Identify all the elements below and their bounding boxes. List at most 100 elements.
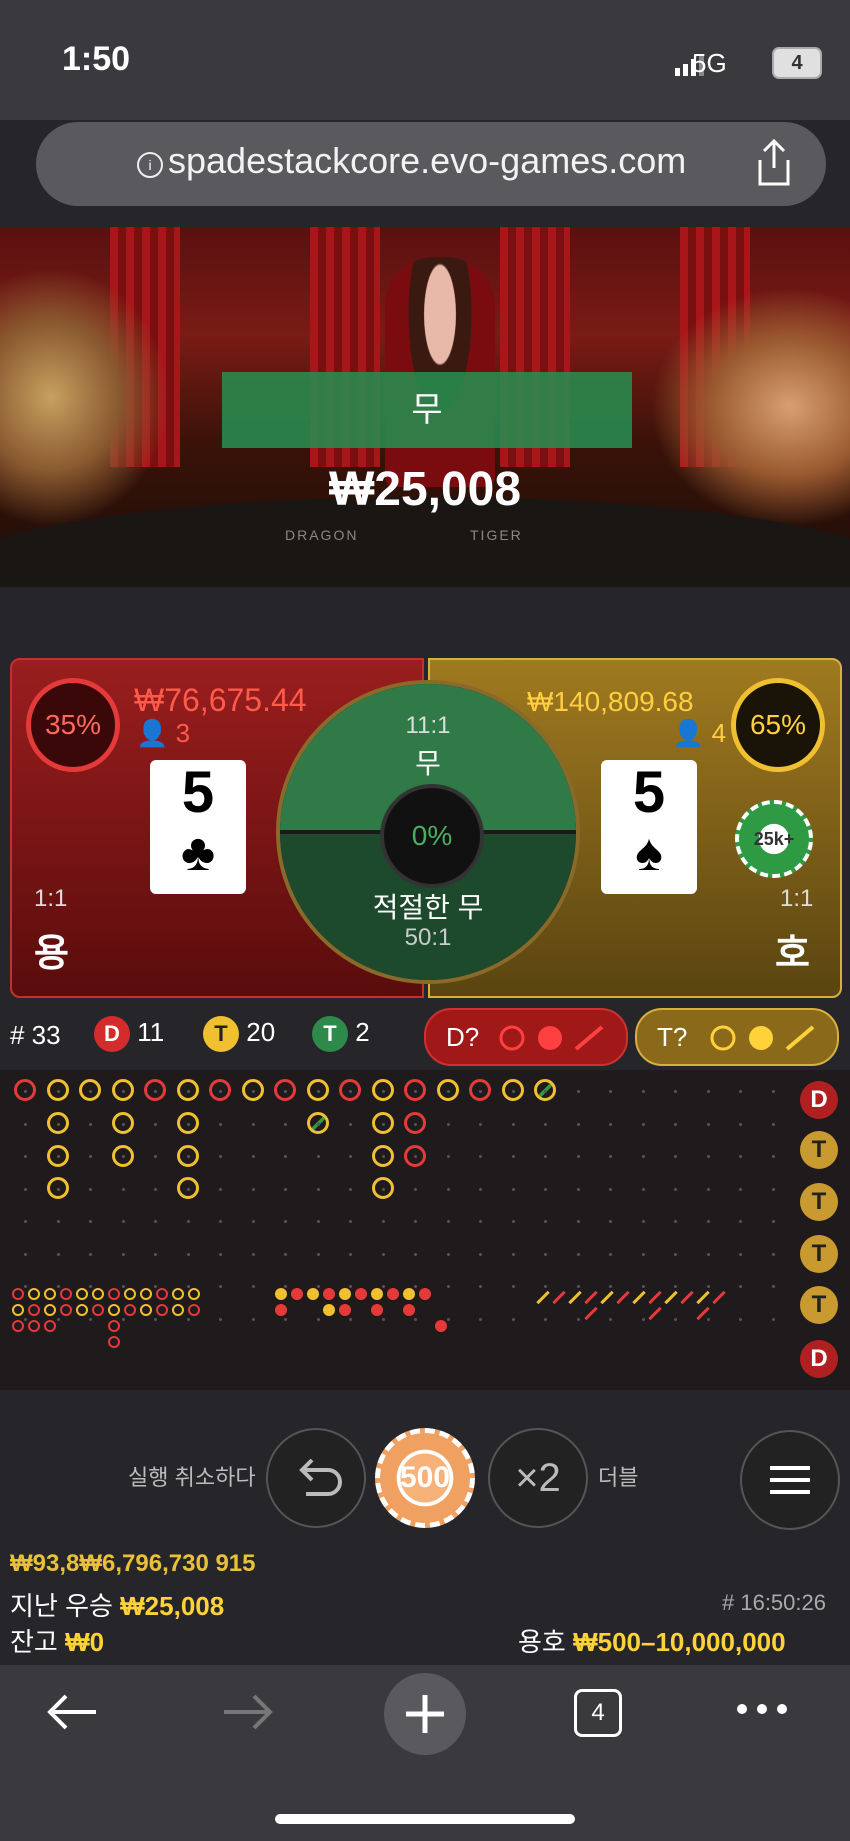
balance-label: 잔고 <box>10 1627 58 1657</box>
undo-button[interactable] <box>266 1428 366 1528</box>
road-grid-dot <box>24 1155 27 1158</box>
road-grid-dot <box>251 1285 255 1288</box>
road-grid-dot <box>121 1122 125 1126</box>
dragon-ask-icons <box>499 1025 604 1051</box>
tie-badge: T <box>312 1016 348 1052</box>
derived-road-mark <box>44 1304 56 1316</box>
road-grid-dot <box>89 1090 92 1093</box>
road-grid-dot <box>251 1155 255 1158</box>
road-grid-dot <box>511 1317 515 1321</box>
road-grid-dot <box>511 1252 515 1256</box>
suited-tie-label: 적절한 무 <box>372 892 484 923</box>
road-grid-dot <box>284 1122 287 1126</box>
dragon-ask-button[interactable]: D? <box>424 1008 628 1066</box>
clock: 1:50 <box>62 40 131 78</box>
new-tab-button[interactable] <box>384 1673 466 1755</box>
dragon-wins: D 11 <box>94 1016 164 1052</box>
chip-selector[interactable]: 500 <box>375 1428 475 1528</box>
derived-road-mark <box>323 1288 335 1300</box>
road-grid-dot <box>121 1155 125 1158</box>
road-grid-dot <box>479 1155 482 1158</box>
dragon-label: 용 <box>34 933 69 975</box>
info-icon[interactable]: i <box>137 152 163 178</box>
road-grid-dot <box>544 1220 547 1223</box>
road-badge-3: T <box>800 1183 838 1221</box>
road-grid-dot <box>674 1090 677 1093</box>
tiger-players: 👤 4 <box>672 718 726 749</box>
road-grid-dot <box>186 1090 190 1093</box>
road-grid-dot <box>56 1090 60 1093</box>
derived-road-mark <box>108 1336 120 1348</box>
road-grid-dot <box>316 1090 320 1093</box>
derived-road-mark <box>108 1288 120 1300</box>
road-grid-dot <box>479 1252 482 1256</box>
derived-road-mark <box>371 1288 383 1300</box>
tie-percent: 0% <box>380 784 484 888</box>
road-grid-dot <box>771 1252 775 1256</box>
plus-icon <box>406 1695 444 1733</box>
road-grid-dot <box>381 1317 385 1321</box>
road-grid-dot <box>284 1090 287 1093</box>
road-grid-dot <box>381 1252 385 1256</box>
road-grid-dot <box>674 1122 677 1126</box>
road-grid-dot <box>576 1317 580 1321</box>
road-grid-dot <box>284 1155 287 1158</box>
road-grid-dot <box>381 1220 385 1223</box>
double-button[interactable]: ×2 <box>488 1428 588 1528</box>
road-grid-dot <box>739 1252 742 1256</box>
road-grid-dot <box>771 1090 775 1093</box>
balance: 잔고 ₩0 <box>10 1622 104 1659</box>
road-grid-dot <box>414 1122 417 1126</box>
derived-road-mark <box>124 1288 136 1300</box>
road-grid-dot <box>24 1252 27 1256</box>
road-grid-dot <box>316 1317 320 1321</box>
last-win: 지난 우승 ₩25,008 <box>10 1586 224 1623</box>
road-grid-dot <box>24 1187 27 1191</box>
derived-road-mark <box>124 1304 136 1316</box>
back-icon[interactable] <box>44 1690 100 1745</box>
forward-icon[interactable] <box>220 1690 276 1745</box>
share-icon[interactable] <box>754 138 794 193</box>
road-grid-dot <box>121 1317 125 1321</box>
road-grid-dot <box>446 1122 450 1126</box>
network-label: 5G <box>692 48 727 78</box>
derived-road-mark <box>355 1288 367 1300</box>
road-grid-dot <box>706 1122 710 1126</box>
dragon-card-rank: 5 <box>181 760 215 825</box>
road-grid-dot <box>186 1187 190 1191</box>
road-grid-dot <box>771 1317 775 1321</box>
tabs-button[interactable]: 4 <box>574 1689 622 1737</box>
road-grid-dot <box>479 1285 482 1288</box>
road-grid-dot <box>219 1155 222 1158</box>
dragon-odds: 1:1 <box>34 885 68 912</box>
tiger-ask-button[interactable]: T? <box>635 1008 839 1066</box>
balance-value: ₩0 <box>65 1627 105 1657</box>
road-grid-dot <box>381 1285 385 1288</box>
tiger-player-count: 4 <box>711 718 727 748</box>
road-grid-dot <box>219 1285 222 1288</box>
road-grid-dot <box>186 1155 190 1158</box>
tiger-odds: 1:1 <box>780 885 814 912</box>
road-grid-dot <box>641 1317 645 1321</box>
road-grid-dot <box>186 1122 190 1126</box>
road-grid-dot <box>544 1285 547 1288</box>
road-grid-dot <box>284 1252 287 1256</box>
road-grid-dot <box>56 1285 60 1288</box>
derived-road-mark <box>92 1304 104 1316</box>
url-text[interactable]: spadestackcore.evo-games.com <box>168 140 686 182</box>
road-grid-dot <box>251 1187 255 1191</box>
road-grid-dot <box>609 1122 612 1126</box>
road-grid-dot <box>154 1220 157 1223</box>
road-grid-dot <box>349 1220 352 1223</box>
derived-road-mark <box>28 1320 40 1332</box>
more-icon[interactable] <box>734 1697 790 1726</box>
road-grid-dot <box>609 1187 612 1191</box>
menu-button[interactable] <box>740 1430 840 1530</box>
tiger-badge: T <box>203 1016 239 1052</box>
road-grid-dot <box>674 1285 677 1288</box>
road-grid-dot <box>154 1187 157 1191</box>
road-grid-dot <box>544 1090 547 1093</box>
derived-road-mark <box>140 1304 152 1316</box>
road-grid-dot <box>219 1252 222 1256</box>
tiger-wins: T 20 <box>203 1016 275 1052</box>
